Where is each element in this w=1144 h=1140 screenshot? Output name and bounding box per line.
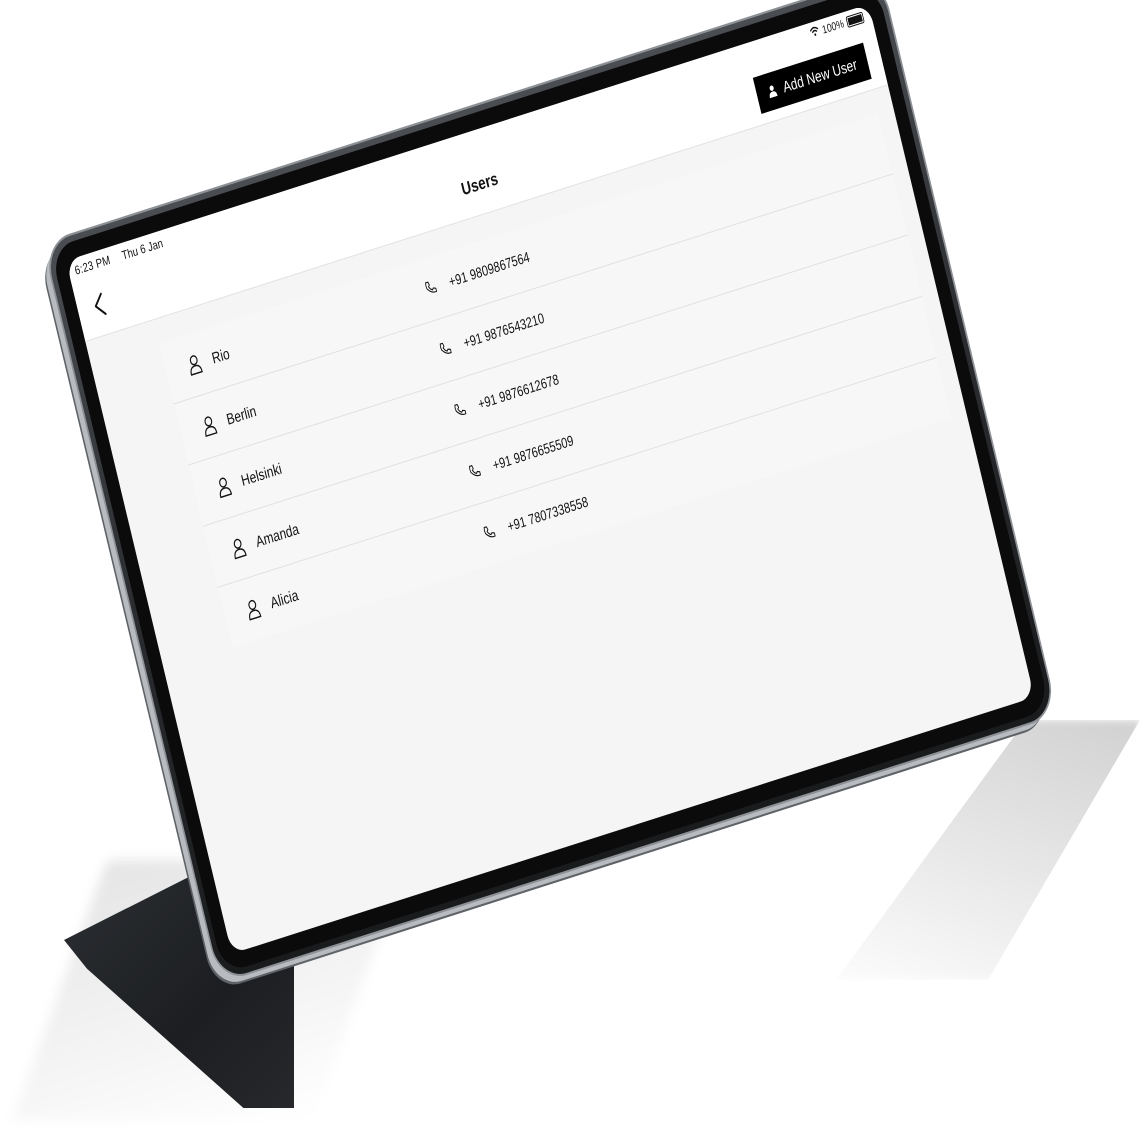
person-outline-icon <box>189 355 203 376</box>
phone-icon <box>439 342 452 354</box>
phone-number[interactable]: +91 9876612678 <box>476 371 560 413</box>
phone-icon <box>425 281 438 293</box>
phone-icon <box>469 465 482 477</box>
ipad-device: 6:23 PM Thu 6 Jan 100% Users Add New Use… <box>44 0 1057 982</box>
user-name: Berlin <box>224 402 259 429</box>
mockup-stage: 6:23 PM Thu 6 Jan 100% Users Add New Use… <box>0 0 1144 1140</box>
app-screen: 6:23 PM Thu 6 Jan 100% Users Add New Use… <box>66 4 1035 954</box>
phone-number[interactable]: +91 9876655509 <box>491 432 575 474</box>
user-name: Alicia <box>268 586 301 613</box>
phone-number[interactable]: +91 7807338558 <box>506 493 590 535</box>
user-name: Amanda <box>254 520 301 552</box>
person-outline-icon <box>219 477 233 499</box>
device-wrap: 6:23 PM Thu 6 Jan 100% Users Add New Use… <box>0 0 1144 1140</box>
user-name: Rio <box>210 345 232 368</box>
phone-icon <box>483 526 496 538</box>
wifi-icon <box>809 25 821 41</box>
person-outline-icon <box>204 416 218 438</box>
battery-percentage: 100% <box>820 17 846 37</box>
person-outline-icon <box>248 599 262 621</box>
user-name: Helsinki <box>239 460 284 491</box>
add-new-user-label: Add New User <box>781 55 859 97</box>
battery-icon <box>845 11 865 28</box>
phone-number[interactable]: +91 9876543210 <box>462 309 546 351</box>
phone-icon <box>454 403 467 415</box>
person-icon <box>769 85 778 99</box>
person-outline-icon <box>233 538 247 560</box>
phone-number[interactable]: +91 9809867564 <box>447 248 531 290</box>
